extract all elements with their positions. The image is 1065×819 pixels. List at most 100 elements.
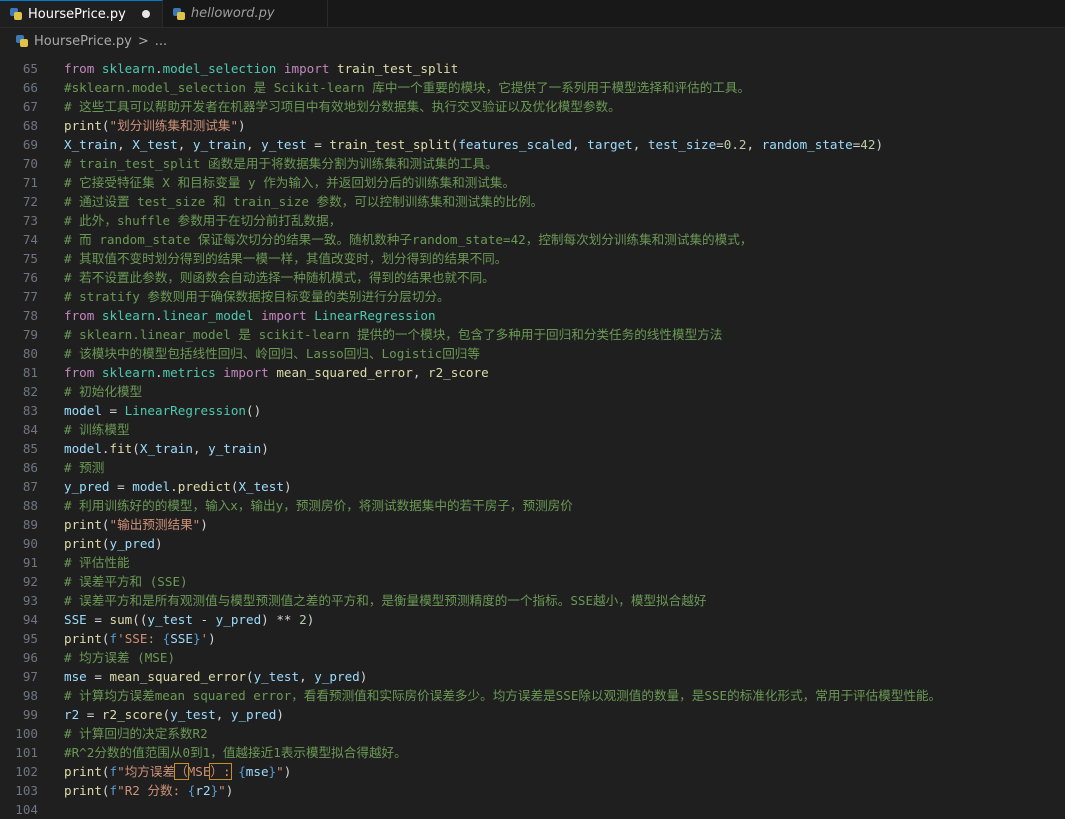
code-line[interactable]: 100 # 计算回归的决定系数R2 xyxy=(0,724,1065,743)
line-number: 100 xyxy=(15,726,38,741)
code-token: " xyxy=(218,783,226,798)
code-token: # 此外，shuffle 参数用于在切分前打乱数据， xyxy=(64,213,342,228)
code-line[interactable]: 96 # 均方误差 (MSE) xyxy=(0,648,1065,667)
code-token: ( xyxy=(101,536,110,551)
code-token: from xyxy=(64,365,102,380)
code-line[interactable]: 88 # 利用训练好的的模型，输入x，输出y，预测房价，将测试数据集中的若干房子，… xyxy=(0,496,1065,515)
code-token: # sklearn.linear_model 是 scikit-learn 提供… xyxy=(64,327,723,342)
code-line[interactable]: 99 r2 = r2_score(y_test, y_pred) xyxy=(0,705,1065,724)
code-line[interactable]: 67 # 这些工具可以帮助开发者在机器学习项目中有效地划分数据集、执行交叉验证以及… xyxy=(0,97,1065,116)
code-line[interactable]: 91 # 评估性能 xyxy=(0,553,1065,572)
code-token: model_selection xyxy=(162,61,277,76)
code-line[interactable]: 77 # stratify 参数则用于确保数据按目标变量的类别进行分层切分。 xyxy=(0,287,1065,306)
code-token: # 利用训练好的的模型，输入x，输出y，预测房价，将测试数据集中的若干房子，预测… xyxy=(64,498,573,513)
code-line[interactable]: 97 mse = mean_squared_error(y_test, y_pre… xyxy=(0,667,1065,686)
code-token: model xyxy=(132,479,171,494)
code-line[interactable]: 95 print(f'SSE: {SSE}') xyxy=(0,629,1065,648)
code-line[interactable]: 76 # 若不设置此参数，则函数会自动选择一种随机模式，得到的结果也就不同。 xyxy=(0,268,1065,287)
code-line[interactable]: 73 # 此外，shuffle 参数用于在切分前打乱数据， xyxy=(0,211,1065,230)
code-line[interactable]: 72 # 通过设置 test_size 和 train_size 参数，可以控制训… xyxy=(0,192,1065,211)
code-token: r2 xyxy=(64,707,80,722)
code-line[interactable]: 90 print(y_pred) xyxy=(0,534,1065,553)
code-token: sklearn xyxy=(101,365,155,380)
code-token: # 其取值不变时划分得到的结果一模一样，其值改变时，划分得到的结果不同。 xyxy=(64,251,508,266)
code-line[interactable]: 86 # 预测 xyxy=(0,458,1065,477)
python-file-icon xyxy=(10,8,22,20)
code-token: ( xyxy=(132,441,140,456)
code-line[interactable]: 65 from sklearn.model_selection import tr… xyxy=(0,59,1065,78)
editor-tab-bar: HoursePrice.py helloword.py xyxy=(0,0,1065,28)
code-token: 0.2 xyxy=(723,137,747,152)
code-text: print(f"均方误差（MSE）: {mse}") xyxy=(38,762,291,781)
code-line[interactable]: 82 # 初始化模型 xyxy=(0,382,1065,401)
code-token: ( xyxy=(245,669,254,684)
code-token: from xyxy=(64,308,102,323)
line-number: 97 xyxy=(22,669,38,684)
breadcrumb-symbol[interactable]: ... xyxy=(155,34,167,49)
line-number: 93 xyxy=(22,593,38,608)
code-line[interactable]: 93 # 误差平方和是所有观测值与模型预测值之差的平方和，是衡量模型预测精度的一个… xyxy=(0,591,1065,610)
code-token: print xyxy=(64,764,102,779)
code-token: # 而 random_state 保证每次切分的结果一致。随机数种子random… xyxy=(64,232,753,247)
line-number: 77 xyxy=(22,289,38,304)
code-token: train_test_split xyxy=(337,61,459,76)
code-line[interactable]: 68 print("划分训练集和测试集") xyxy=(0,116,1065,135)
code-token: } xyxy=(192,631,201,646)
code-line[interactable]: 85 model.fit(X_train, y_train) xyxy=(0,439,1065,458)
code-token: mean_squared_error xyxy=(276,365,413,380)
code-token: ) xyxy=(238,118,246,133)
line-number: 103 xyxy=(15,783,38,798)
breadcrumb-file[interactable]: HoursePrice.py xyxy=(34,34,132,49)
code-line[interactable]: 84 # 训练模型 xyxy=(0,420,1065,439)
code-line[interactable]: 66 #sklearn.model_selection 是 Scikit-lear… xyxy=(0,78,1065,97)
code-token: import xyxy=(215,365,277,380)
code-token: # train_test_split 函数是用于将数据集分割为训练集和测试集的工… xyxy=(64,156,498,171)
code-token: y_pred xyxy=(64,479,110,494)
code-line[interactable]: 103 print(f"R2 分数: {r2}") xyxy=(0,781,1065,800)
code-line[interactable]: 69 X_train, X_test, y_train, y_test = tra… xyxy=(0,135,1065,154)
code-line[interactable]: 94 SSE = sum((y_test - y_pred) ** 2) xyxy=(0,610,1065,629)
code-token: 42 xyxy=(860,137,876,152)
code-text: mse = mean_squared_error(y_test, y_pred) xyxy=(38,667,367,686)
code-token: y_test xyxy=(261,137,307,152)
code-line[interactable]: 102 print(f"均方误差（MSE）: {mse}") xyxy=(0,762,1065,781)
code-token: mse xyxy=(245,764,269,779)
code-token: , xyxy=(632,137,648,152)
code-line[interactable]: 80 # 该模块中的模型包括线性回归、岭回归、Lasso回归、Logistic回归… xyxy=(0,344,1065,363)
code-line[interactable]: 101 #R^2分数的值范围从0到1，值越接近1表示模型拟合得越好。 xyxy=(0,743,1065,762)
code-line[interactable]: 87 y_pred = model.predict(X_test) xyxy=(0,477,1065,496)
code-editor[interactable]: 64 65from sklearn.model_selection import… xyxy=(0,54,1065,819)
code-line[interactable]: 75 # 其取值不变时划分得到的结果一模一样，其值改变时，划分得到的结果不同。 xyxy=(0,249,1065,268)
code-line[interactable]: 71 # 它接受特征集 X 和目标变量 y 作为输入，并返回划分后的训练集和测试集… xyxy=(0,173,1065,192)
tab-hourseprice[interactable]: HoursePrice.py xyxy=(0,0,163,27)
tab-label: helloword.py xyxy=(190,6,275,21)
code-token: ) xyxy=(208,631,216,646)
code-line[interactable]: 92 # 误差平方和 (SSE) xyxy=(0,572,1065,591)
code-line[interactable]: 104 xyxy=(0,800,1065,819)
code-token: " xyxy=(276,764,284,779)
code-text: X_train, X_test, y_train, y_test = train… xyxy=(38,135,883,154)
code-token: r2_score xyxy=(101,707,163,722)
code-line[interactable]: 79 # sklearn.linear_model 是 scikit-learn … xyxy=(0,325,1065,344)
line-number: 67 xyxy=(22,99,38,114)
code-line[interactable]: 81 from sklearn.metrics import mean_squar… xyxy=(0,363,1065,382)
code-token: sklearn xyxy=(101,61,155,76)
code-line[interactable]: 74 # 而 random_state 保证每次切分的结果一致。随机数种子rand… xyxy=(0,230,1065,249)
tab-helloword[interactable]: helloword.py xyxy=(163,0,328,27)
code-line[interactable]: 78 from sklearn.linear_model import Linea… xyxy=(0,306,1065,325)
code-text: print("输出预测结果") xyxy=(38,515,208,534)
code-line[interactable]: 70 # train_test_split 函数是用于将数据集分割为训练集和测试集… xyxy=(0,154,1065,173)
code-token: f xyxy=(109,764,118,779)
code-text: # 评估性能 xyxy=(38,553,130,572)
code-token: ) xyxy=(283,479,292,494)
code-line[interactable]: 98 # 计算均方误差mean squared error，看看预测值和实际房价误… xyxy=(0,686,1065,705)
code-token: print xyxy=(64,631,102,646)
code-line[interactable]: 83 model = LinearRegression() xyxy=(0,401,1065,420)
code-line[interactable]: 89 print("输出预测结果") xyxy=(0,515,1065,534)
code-token: #sklearn.model_selection 是 Scikit-learn … xyxy=(64,80,751,95)
line-number: 76 xyxy=(22,270,38,285)
unsaved-dot-icon[interactable] xyxy=(141,10,150,18)
code-token: = xyxy=(306,137,330,152)
code-token: ( xyxy=(101,764,110,779)
code-token: 2 xyxy=(299,612,307,627)
